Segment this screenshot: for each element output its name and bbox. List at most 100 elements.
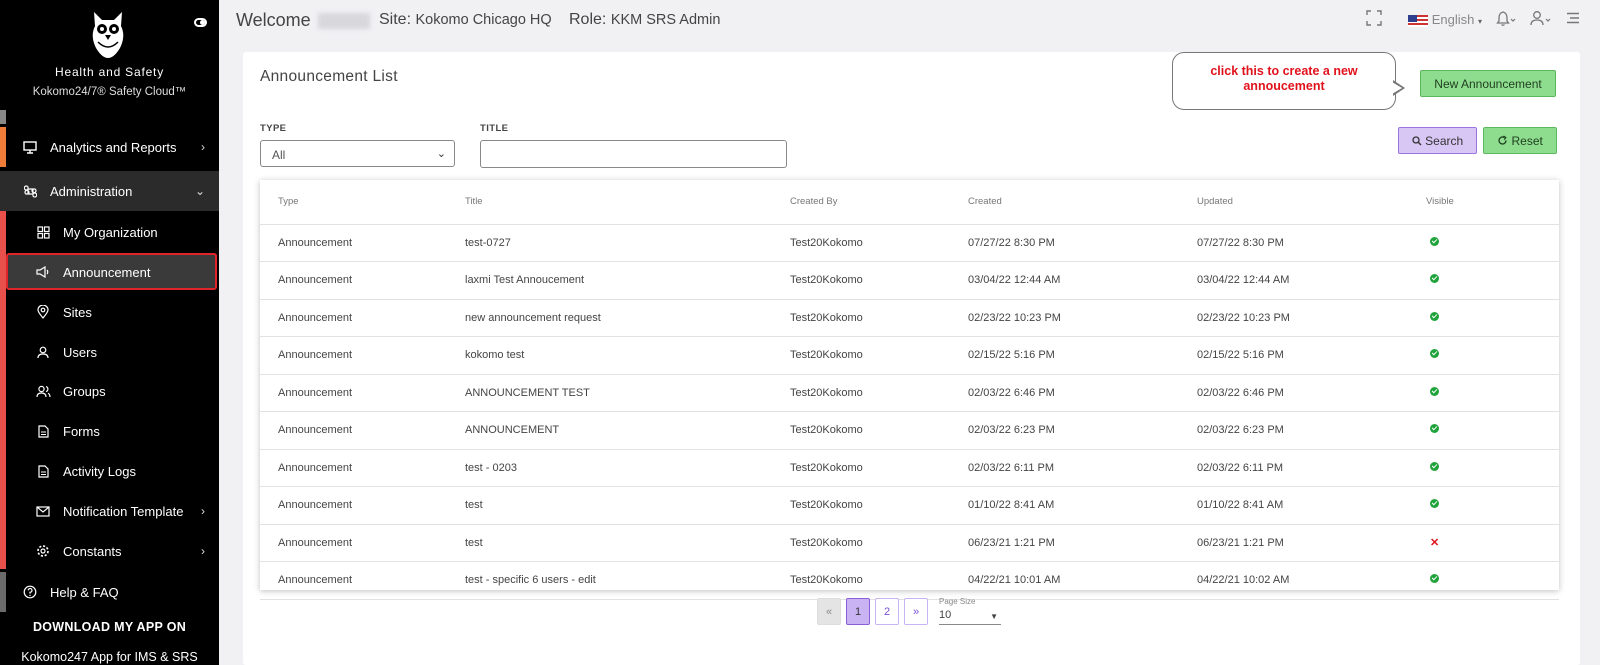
cell-type: Announcement (260, 374, 465, 412)
prev-page-button[interactable]: « (817, 598, 841, 625)
column-header[interactable]: Title (465, 180, 790, 225)
cell-updated: 03/04/22 12:44 AM (1197, 261, 1426, 300)
map-pin-icon (35, 304, 51, 320)
sidebar-item-label: My Organization (63, 224, 158, 240)
check-circle-icon (1430, 574, 1439, 584)
check-circle-icon (1430, 349, 1439, 359)
cell-created: 02/03/22 6:11 PM (968, 449, 1197, 487)
sidebar-toggle-icon[interactable] (194, 18, 207, 27)
search-button[interactable]: Search (1398, 127, 1477, 154)
sidebar-item-announcement[interactable]: Announcement (0, 252, 219, 292)
check-circle-icon (1430, 311, 1439, 321)
new-announcement-button[interactable]: New Announcement (1420, 70, 1556, 97)
redacted-username (317, 13, 370, 30)
cell-visible (1426, 224, 1559, 262)
user-menu-icon[interactable] (1530, 10, 1552, 29)
table-row[interactable]: Announcement ANNOUNCEMENT TEST Test20Kokom… (260, 374, 1559, 412)
sidebar-item-constants[interactable]: Constants › (0, 531, 219, 571)
column-header[interactable]: Type (260, 180, 465, 225)
cell-visible (1426, 561, 1559, 600)
cell-created: 06/23/21 1:21 PM (968, 524, 1197, 562)
us-flag-icon (1408, 14, 1429, 27)
callout-pointer-fill (1392, 82, 1402, 94)
sidebar-item-groups[interactable]: Groups (0, 371, 219, 411)
cell-type: Announcement (260, 336, 465, 375)
sidebar-item-help[interactable]: Help & FAQ (0, 572, 219, 612)
cell-created: 04/22/21 10:01 AM (968, 561, 1197, 600)
cell-by: Test20Kokomo (790, 561, 968, 600)
table-row[interactable]: Announcement new announcement request Test… (260, 299, 1559, 337)
table-row[interactable]: Announcement test Test20Kokomo 01/10/22 8:4… (260, 486, 1559, 525)
notification-bell-icon[interactable] (1496, 10, 1516, 29)
table-header-row: Type Title Created By Created Updated Vi… (260, 180, 1559, 225)
sidebar-item-notification-template[interactable]: Notification Template › (0, 491, 219, 531)
cell-visible (1426, 374, 1559, 412)
site-value: Kokomo Chicago HQ (415, 12, 552, 28)
page-size-label: Page Size (939, 597, 976, 606)
cell-title: laxmi Test Annoucement (465, 261, 790, 300)
column-header[interactable]: Created By (790, 180, 968, 225)
sidebar-item-label: Help & FAQ (50, 584, 119, 600)
menu-icon[interactable] (1566, 12, 1580, 27)
check-circle-icon (1430, 386, 1439, 396)
sidebar-item-sites[interactable]: Sites (0, 292, 219, 332)
caret-down-icon: ▾ (1477, 17, 1482, 26)
page-button[interactable]: 2 (875, 598, 899, 625)
cell-created: 02/03/22 6:23 PM (968, 411, 1197, 450)
page-size-select[interactable]: 10 ▼ (939, 609, 1001, 625)
table-row[interactable]: Announcement kokomo test Test20Kokomo 02/15… (260, 336, 1559, 375)
brand-title: Health and Safety (55, 65, 164, 79)
cell-title: test-0727 (465, 224, 790, 262)
cell-updated: 02/03/22 6:46 PM (1197, 374, 1426, 412)
cell-visible (1426, 336, 1559, 375)
page-button[interactable]: 1 (846, 598, 870, 625)
column-header[interactable]: Updated (1197, 180, 1426, 225)
sidebar-item-activity-logs[interactable]: Activity Logs (0, 451, 219, 491)
cell-title: test - specific 6 users - edit (465, 561, 790, 600)
sidebar-item-label: Groups (63, 383, 106, 399)
sidebar-item-analytics[interactable]: Analytics and Reports › (0, 127, 219, 167)
caret-down-icon: ▼ (990, 612, 998, 621)
reset-button[interactable]: Reset (1483, 127, 1557, 154)
check-circle-icon (1430, 274, 1439, 284)
title-input[interactable] (480, 140, 787, 168)
cell-created: 07/27/22 8:30 PM (968, 224, 1197, 262)
chevron-down-icon: ⌄ (436, 148, 446, 160)
table-row[interactable]: Announcement test-0727 Test20Kokomo 07/27/2… (260, 224, 1559, 262)
title-label: TITLE (480, 123, 509, 134)
cell-visible (1426, 261, 1559, 300)
table-row[interactable]: Announcement ANNOUNCEMENT Test20Kokomo 02/0… (260, 411, 1559, 450)
fullscreen-icon[interactable] (1366, 10, 1382, 29)
type-select[interactable]: All ⌄ (260, 140, 455, 167)
table-row[interactable]: Announcement laxmi Test Annoucement Test20… (260, 261, 1559, 300)
column-header[interactable]: Visible (1426, 180, 1559, 225)
table-row[interactable]: Announcement test - specific 6 users - ed… (260, 561, 1559, 600)
column-header[interactable]: Created (968, 180, 1197, 225)
type-select-value: All (272, 148, 286, 162)
cross-icon: ✕ (1430, 537, 1440, 550)
next-page-button[interactable]: » (904, 598, 928, 625)
cell-updated: 06/23/21 1:21 PM (1197, 524, 1426, 562)
callout-tooltip: click this to create a new annoucement (1172, 52, 1396, 110)
download-heading: DOWNLOAD MY APP ON (32, 620, 187, 634)
cell-title: kokomo test (465, 336, 790, 375)
check-circle-icon (1430, 499, 1439, 509)
sidebar-item-administration[interactable]: Administration ⌄ (0, 171, 219, 211)
table-row[interactable]: Announcement test Test20Kokomo 06/23/21 1:2… (260, 524, 1559, 562)
language-selector[interactable]: English ▾ (1408, 12, 1482, 27)
cell-title: new announcement request (465, 299, 790, 337)
sidebar-item-users[interactable]: Users (0, 332, 219, 372)
cell-visible (1426, 299, 1559, 337)
search-icon (1412, 135, 1422, 145)
sidebar-item-label: Notification Template (63, 503, 184, 519)
sidebar-item-my-organization[interactable]: My Organization (0, 212, 219, 252)
sidebar-item-label: Sites (63, 304, 92, 320)
cell-visible (1426, 486, 1559, 525)
brand-subtitle: Kokomo24/7® Safety Cloud™ (32, 86, 187, 98)
announcement-card: Announcement List click this to create a… (243, 52, 1580, 665)
app-link[interactable]: Kokomo247 App for IMS & SRS (0, 650, 219, 664)
sidebar-item-forms[interactable]: Forms (0, 411, 219, 451)
site-info: Site: Kokomo Chicago HQ (379, 11, 552, 29)
table-row[interactable]: Announcement test - 0203 Test20Kokomo 02/03… (260, 449, 1559, 487)
type-label: TYPE (260, 123, 287, 134)
